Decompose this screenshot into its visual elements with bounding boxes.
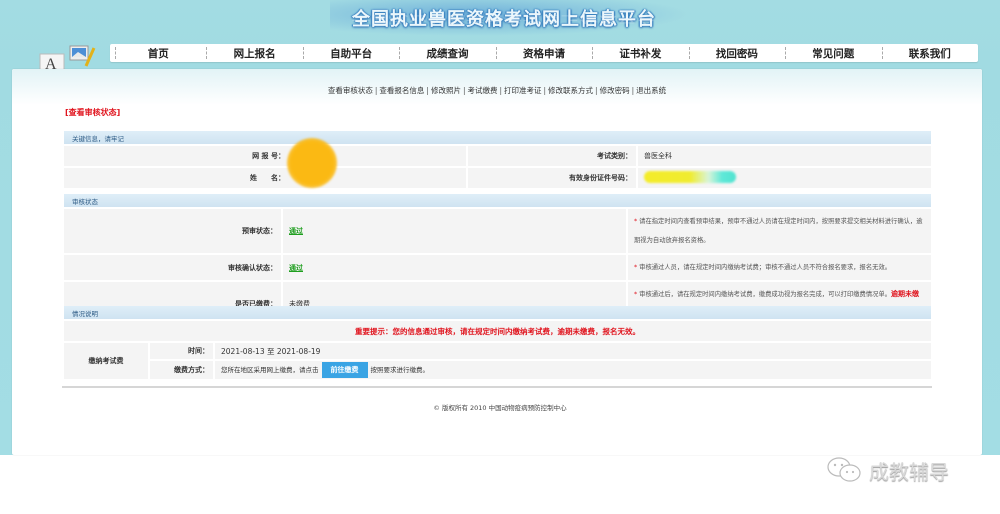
review-confirm-label: 审核确认状态：: [64, 254, 282, 282]
link-modify-contact[interactable]: 修改联系方式: [548, 86, 593, 95]
note-text: 审核通过后，请在规定时间内缴纳考试费，缴费成功视为报名完成，可以打印缴费情况单。: [639, 291, 892, 298]
nav-qualification-apply[interactable]: 资格申请: [495, 46, 592, 61]
link-view-registration-info[interactable]: 查看报名信息: [379, 86, 424, 95]
main-nav: 首页 网上报名 自助平台 成绩查询 资格申请 证书补发 找回密码 常见问题 联系…: [110, 44, 978, 62]
payment-method-suffix: 按照要求进行缴费。: [370, 366, 430, 374]
separator: |: [499, 86, 503, 95]
separator: |: [374, 86, 378, 95]
watermark: 成教辅导: [825, 455, 949, 485]
nav-recover-password[interactable]: 找回密码: [688, 46, 785, 61]
page: 全国执业兽医资格考试网上信息平台 全国执业兽医资格考试网上信息平台 A 首页 网…: [0, 0, 1000, 514]
content-panel: 查看审核状态 | 查看报名信息 | 修改照片 | 考试缴费 | 打印准考证 | 修改联系方式 | 修改密…: [12, 69, 982, 455]
time-label: 时间：: [149, 342, 214, 361]
key-info-table: 关键信息，请牢记 网 报 号： 考试类别： 兽医全科 姓 名： 有效身份证件号码…: [64, 131, 931, 190]
svg-text:A: A: [45, 56, 57, 70]
payment-method-label: 缴费方式：: [149, 360, 214, 381]
id-number-label: 有效身份证件号码：: [466, 167, 637, 190]
link-logout[interactable]: 退出系统: [636, 86, 666, 95]
link-modify-password[interactable]: 修改密码: [600, 86, 630, 95]
copyright: © 版权所有 2010 中国动物疫病预防控制中心: [433, 404, 567, 412]
pre-review-status[interactable]: 通过: [289, 227, 303, 235]
redaction-blob: [287, 138, 337, 188]
pre-review-cell: 通过: [281, 208, 627, 255]
section-title: [查看审核状态]: [65, 108, 121, 117]
link-print-admission-ticket[interactable]: 打印准考证: [504, 86, 542, 95]
key-info-header: 关键信息，请牢记: [64, 131, 931, 146]
link-exam-payment[interactable]: 考试缴费: [467, 86, 497, 95]
review-confirm-note: * 审核通过人员，请在规定时间内缴纳考试费；审核不通过人员不符合报名要求，报名无…: [626, 254, 931, 282]
separator: |: [426, 86, 429, 95]
watermark-text: 成教辅导: [869, 459, 949, 484]
review-confirm-cell: 通过: [281, 254, 627, 282]
redaction-stroke: [644, 171, 736, 183]
exam-type-label: 考试类别：: [466, 145, 637, 168]
separator: |: [543, 86, 547, 95]
exam-type-value: 兽医全科: [636, 145, 931, 168]
site-title-reflection: 全国执业兽医资格考试网上信息平台: [352, 13, 656, 25]
separator: |: [462, 86, 466, 95]
payment-method-cell: 您所在地区采用网上缴费，请点击 前往缴费 按照要求进行缴费。: [213, 360, 931, 381]
nav-home[interactable]: 首页: [110, 46, 206, 61]
link-modify-photo[interactable]: 修改照片: [431, 86, 461, 95]
nav-certificate-reissue[interactable]: 证书补发: [592, 46, 688, 61]
logo-icon: A: [39, 45, 96, 70]
reg-no-label: 网 报 号：: [64, 145, 289, 168]
review-status-header: 审核状态: [64, 194, 931, 209]
nav-online-registration[interactable]: 网上报名: [206, 46, 302, 61]
id-number-value-redacted: [636, 167, 931, 190]
nav-contact-us[interactable]: 联系我们: [881, 46, 978, 61]
situation-header: 情况说明: [64, 306, 931, 321]
name-label: 姓 名：: [64, 167, 289, 190]
footer-divider: [62, 386, 932, 388]
nav-score-query[interactable]: 成绩查询: [399, 46, 495, 61]
important-notice: 重要提示：您的信息通过审核，请在规定时间内缴纳考试费，逾期未缴费，报名无效。: [64, 320, 931, 343]
note-text: 审核通过人员，请在规定时间内缴纳考试费；审核不通过人员不符合报名要求，报名无效。: [639, 264, 892, 271]
note-text: 请在指定时间内查看预审结果，预审不通过人员请在规定时间内，按照要求提交相关材料进…: [634, 218, 923, 244]
nav-self-service[interactable]: 自助平台: [302, 46, 399, 61]
situation-table: 情况说明 重要提示：您的信息通过审核，请在规定时间内缴纳考试费，逾期未缴费，报名…: [64, 306, 931, 381]
nav-faq[interactable]: 常见问题: [785, 46, 881, 61]
link-view-review-status[interactable]: 查看审核状态: [328, 86, 373, 95]
go-pay-button[interactable]: 前往缴费: [321, 362, 368, 378]
nav-divider: [115, 47, 116, 59]
payment-method-prefix: 您所在地区采用网上缴费，请点击: [221, 366, 319, 374]
fee-label: 缴纳考试费: [64, 342, 150, 381]
sub-navigation: 查看审核状态 | 查看报名信息 | 修改照片 | 考试缴费 | 打印准考证 | 修改联系方式 | 修改密…: [12, 85, 982, 96]
review-confirm-status[interactable]: 通过: [289, 264, 303, 272]
separator: |: [595, 86, 598, 95]
wechat-icon: [827, 457, 861, 482]
pre-review-label: 预审状态：: [64, 208, 282, 255]
separator: |: [631, 86, 635, 95]
reg-no-value-redacted: [287, 138, 467, 188]
pre-review-note: * 请在指定时间内查看预审结果，预审不通过人员请在规定时间内，按照要求提交相关材…: [626, 208, 931, 255]
time-value: 2021-08-13 至 2021-08-19: [213, 342, 931, 361]
